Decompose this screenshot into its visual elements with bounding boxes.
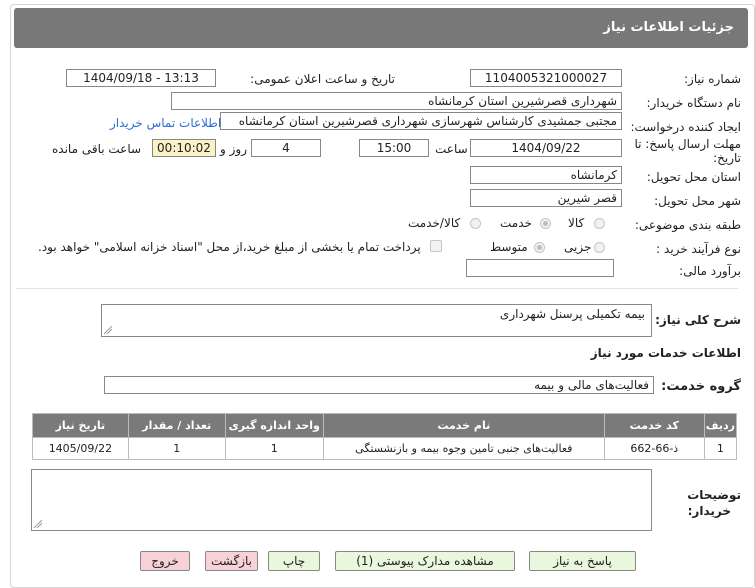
city-label: شهر محل تحویل: bbox=[654, 194, 741, 208]
divider bbox=[16, 288, 738, 289]
process-small-radio[interactable] bbox=[594, 242, 605, 253]
need-number-label: شماره نیاز: bbox=[684, 72, 741, 86]
announce-field: 1404/09/18 - 13:13 bbox=[66, 69, 216, 87]
col-quantity: تعداد / مقدار bbox=[127, 413, 226, 438]
back-button[interactable]: بازگشت bbox=[205, 551, 258, 571]
table-header-row: ردیف کد خدمت نام خدمت واحد اندازه گیری ت… bbox=[32, 413, 738, 438]
category-both-label: کالا/خدمت bbox=[408, 216, 461, 230]
deadline-label-date: تاریخ: bbox=[713, 151, 741, 165]
panel-title: جزئیات اطلاعات نیاز bbox=[603, 20, 734, 35]
budget-label: برآورد مالی: bbox=[679, 264, 741, 278]
cell-row: 1 bbox=[703, 437, 738, 460]
process-medium-radio[interactable] bbox=[534, 242, 545, 253]
days-label: روز و bbox=[220, 142, 247, 156]
buyer-org-field: شهرداری قصرشیرین استان کرمانشاه bbox=[171, 92, 622, 110]
buyer-notes-label: توضیحات bbox=[687, 488, 741, 502]
resize-grip-icon[interactable] bbox=[104, 326, 112, 334]
need-number-field: 1104005321000027 bbox=[470, 69, 622, 87]
deadline-time-field: 15:00 bbox=[359, 139, 429, 157]
city-field: قصر شیرین bbox=[470, 189, 622, 207]
panel-header: جزئیات اطلاعات نیاز bbox=[14, 8, 748, 48]
resize-grip-icon[interactable] bbox=[34, 520, 42, 528]
announce-label: تاریخ و ساعت اعلان عمومی: bbox=[250, 72, 395, 86]
description-label: شرح کلی نیاز: bbox=[655, 313, 741, 327]
col-service-code: کد خدمت bbox=[603, 413, 705, 438]
cell-service-name: فعالیت‌های جنبی تامین وجوه بیمه و بازنشس… bbox=[322, 437, 605, 460]
buyer-notes-textarea[interactable] bbox=[31, 469, 652, 531]
process-medium-label: متوسط bbox=[490, 240, 528, 254]
category-both-radio[interactable] bbox=[470, 218, 481, 229]
budget-field bbox=[466, 259, 614, 277]
table-row: 1 ذ-66-662 فعالیت‌های جنبی تامین وجوه بی… bbox=[32, 437, 738, 460]
col-need-date: تاریخ نیاز bbox=[32, 413, 129, 438]
treasury-payment-checkbox[interactable] bbox=[430, 240, 442, 252]
reply-button[interactable]: پاسخ به نیاز bbox=[529, 551, 636, 571]
col-row: ردیف bbox=[703, 413, 738, 438]
cell-need-date: 1405/09/22 bbox=[32, 437, 129, 460]
cell-service-code: ذ-66-662 bbox=[603, 437, 705, 460]
creator-label: ایجاد کننده درخواست: bbox=[630, 120, 741, 134]
service-group-field: فعالیت‌های مالی و بیمه bbox=[104, 376, 654, 394]
buyer-org-label: نام دستگاه خریدار: bbox=[646, 96, 742, 110]
col-service-name: نام خدمت bbox=[322, 413, 605, 438]
deadline-label: مهلت ارسال پاسخ: تا bbox=[634, 137, 741, 151]
treasury-payment-note: پرداخت تمام یا بخشی از مبلغ خرید،از محل … bbox=[38, 240, 421, 254]
col-unit: واحد اندازه گیری bbox=[224, 413, 324, 438]
cell-quantity: 1 bbox=[127, 437, 226, 460]
category-goods-label: کالا bbox=[568, 216, 585, 230]
process-label: نوع فرآیند خرید : bbox=[656, 242, 741, 256]
category-label: طبقه بندی موضوعی: bbox=[634, 218, 741, 232]
days-remaining-field: 4 bbox=[251, 139, 321, 157]
buyer-notes-label-2: خریدار: bbox=[687, 504, 731, 518]
category-service-radio[interactable] bbox=[540, 218, 551, 229]
buyer-contact-link[interactable]: اطلاعات تماس خریدار bbox=[110, 116, 221, 130]
description-text: بیمه تکمیلی پرسنل شهرداری bbox=[499, 307, 645, 321]
category-service-label: خدمت bbox=[500, 216, 532, 230]
cell-unit: 1 bbox=[224, 437, 324, 460]
services-table: ردیف کد خدمت نام خدمت واحد اندازه گیری ت… bbox=[32, 413, 738, 460]
province-label: استان محل تحویل: bbox=[646, 170, 741, 184]
view-attachments-button[interactable]: مشاهده مدارک پیوستی (1) bbox=[335, 551, 515, 571]
province-field: کرمانشاه bbox=[470, 166, 622, 184]
exit-button[interactable]: خروج bbox=[140, 551, 190, 571]
deadline-date-field: 1404/09/22 bbox=[470, 139, 622, 157]
creator-field: مجتبی جمشیدی کارشناس شهرسازی شهرداری قصر… bbox=[220, 112, 622, 130]
print-button[interactable]: چاپ bbox=[268, 551, 320, 571]
category-goods-radio[interactable] bbox=[594, 218, 605, 229]
service-group-label: گروه خدمت: bbox=[661, 379, 741, 394]
process-small-label: جزیی bbox=[564, 240, 592, 254]
services-section-title: اطلاعات خدمات مورد نیاز bbox=[590, 346, 741, 360]
deadline-time-label: ساعت bbox=[435, 142, 468, 156]
remaining-label: ساعت باقی مانده bbox=[52, 142, 142, 156]
description-textarea: بیمه تکمیلی پرسنل شهرداری bbox=[101, 304, 652, 337]
remaining-time-field: 00:10:02 bbox=[152, 139, 216, 157]
